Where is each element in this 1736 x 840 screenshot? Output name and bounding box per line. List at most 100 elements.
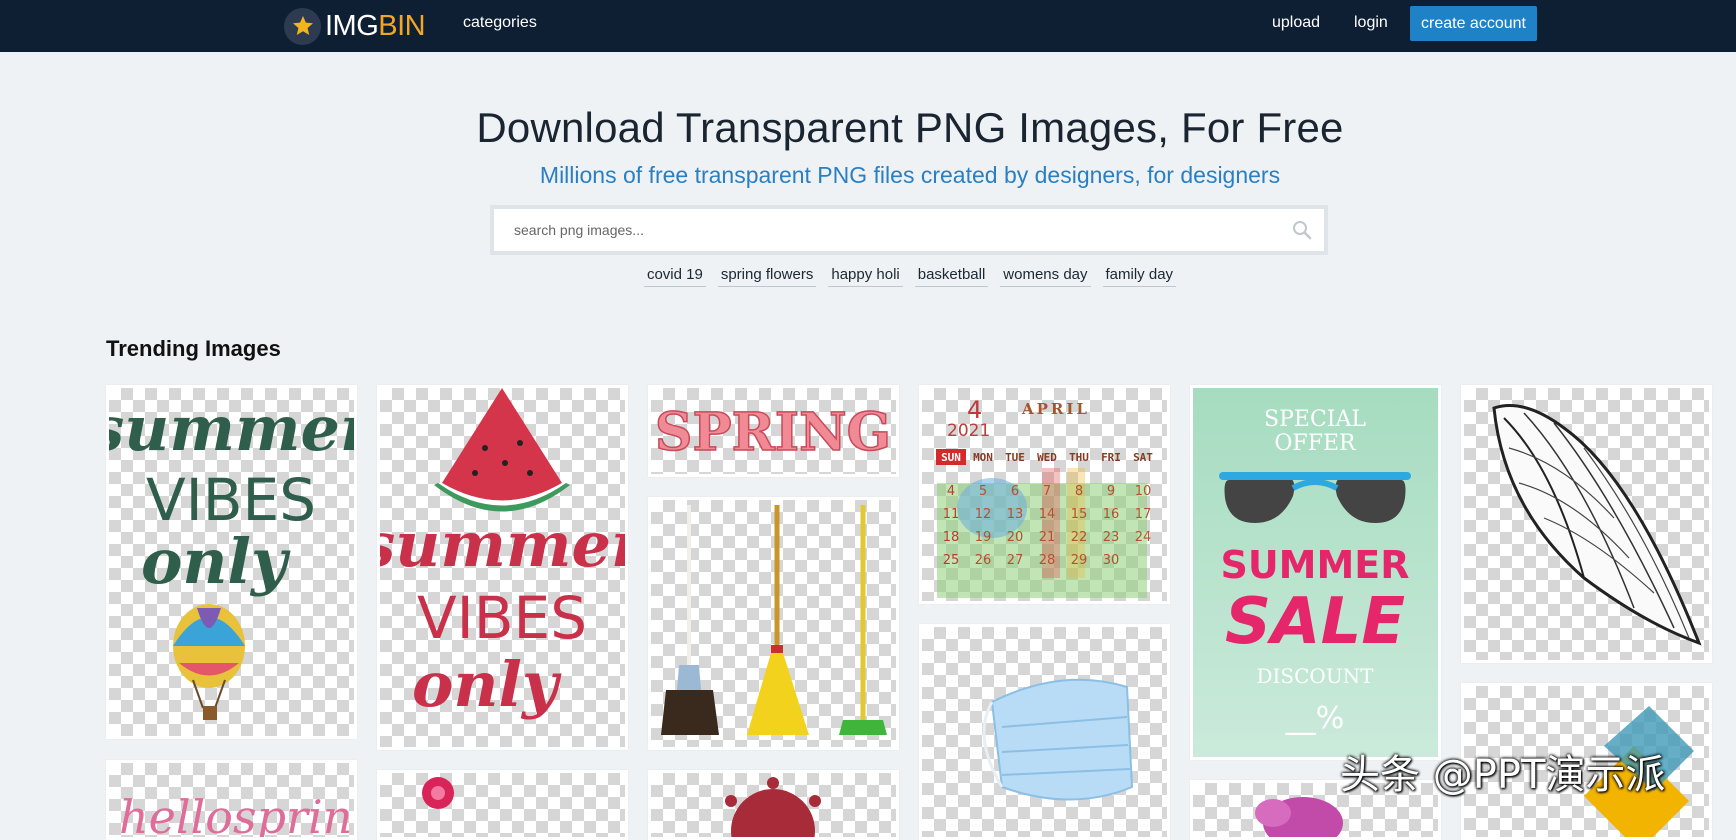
card-text: VIBES <box>417 584 587 652</box>
star-icon <box>284 7 321 45</box>
page-title: Download Transparent PNG Images, For Fre… <box>476 104 1344 151</box>
calendar-date: 7 <box>1043 484 1051 499</box>
card-text: SUMMER <box>1220 543 1409 587</box>
sunglasses-icon <box>1219 472 1411 523</box>
image-card-face-mask[interactable] <box>919 624 1170 840</box>
image-card-summer-vibes-green[interactable]: summer VIBES only <box>106 385 357 739</box>
hot-air-balloon-icon <box>173 604 245 720</box>
image-card-april-calendar[interactable]: 4 2021 APRIL SUN MON TUE WED THU FRI SAT 45678… <box>919 385 1170 604</box>
search-input[interactable] <box>514 222 1280 238</box>
calendar-date: 12 <box>975 507 992 522</box>
calendar-year: 2021 <box>947 421 990 441</box>
image-thumbnail: hellospring <box>109 763 354 837</box>
image-thumbnail <box>651 773 896 837</box>
summer-sale-graphic: SPECIAL OFFER SUMMER SALE DISCOUNT __% <box>1219 407 1411 736</box>
image-thumbnail <box>1464 388 1709 660</box>
calendar-day-label: WED <box>1037 451 1057 464</box>
image-thumbnail: 4 2021 APRIL SUN MON TUE WED THU FRI SAT 45678… <box>922 388 1167 601</box>
tag-link[interactable]: womens day <box>1000 265 1091 287</box>
calendar-date: 16 <box>1103 507 1120 522</box>
image-thumbnail <box>922 627 1167 837</box>
image-thumbnail: summer VIBES only <box>380 388 625 747</box>
calendar-day-label: SAT <box>1133 451 1153 464</box>
card-text: SPRING <box>655 402 891 463</box>
calendar-day-label: SUN <box>941 451 961 464</box>
tag-link[interactable]: family day <box>1102 265 1177 287</box>
image-card-virus[interactable] <box>648 770 899 840</box>
calendar-date: 8 <box>1075 484 1083 499</box>
calendar-date: 13 <box>1007 507 1024 522</box>
calendar-date: 15 <box>1071 507 1088 522</box>
page-subtitle: Millions of free transparent PNG files c… <box>539 162 1281 188</box>
calendar-date: 23 <box>1103 530 1120 545</box>
card-text: SALE <box>1225 585 1405 659</box>
create-account-button[interactable]: create account <box>1410 6 1537 41</box>
nav-categories-link[interactable]: categories <box>463 14 537 32</box>
calendar-day-label: MON <box>973 451 993 464</box>
card-text: summer <box>109 392 354 465</box>
calendar-date: 21 <box>1039 530 1056 545</box>
calendar-date: 28 <box>1039 553 1056 568</box>
calendar-month-number: 4 <box>967 396 982 424</box>
calendar-graphic: 4 2021 APRIL SUN MON TUE WED THU FRI SAT 45678… <box>936 396 1153 598</box>
logo-text-img: IMG <box>325 9 379 42</box>
image-thumbnail: summer VIBES only <box>109 388 354 736</box>
watermark-text: 头条 @PPT演示派 <box>1340 752 1666 798</box>
tag-link[interactable]: spring flowers <box>717 265 817 287</box>
nav-login-link[interactable]: login <box>1354 14 1388 32</box>
calendar-date: 6 <box>1011 484 1019 499</box>
image-thumbnail: SPECIAL OFFER SUMMER SALE DISCOUNT __% <box>1193 388 1438 757</box>
calendar-day-label: THU <box>1069 451 1089 464</box>
site-logo[interactable]: IMG BIN <box>284 6 426 46</box>
calendar-date: 11 <box>943 507 960 522</box>
calendar-date: 26 <box>975 553 992 568</box>
image-thumbnail <box>380 773 625 837</box>
calendar-date: 9 <box>1107 484 1115 499</box>
image-thumbnail <box>651 500 896 747</box>
calendar-date: 14 <box>1039 507 1056 522</box>
face-mask-graphic <box>982 678 1134 801</box>
calendar-month: APRIL <box>1021 400 1090 418</box>
section-title: Trending Images <box>106 336 281 361</box>
calendar-date: 25 <box>943 553 960 568</box>
brooms-graphic <box>661 505 887 735</box>
watermelon-icon <box>434 388 570 512</box>
image-card-hello-spring[interactable]: hellospring <box>106 760 357 840</box>
calendar-date: 19 <box>975 530 992 545</box>
tag-link[interactable]: covid 19 <box>643 265 706 287</box>
image-card-summer-vibes-red[interactable]: summer VIBES only <box>377 385 628 750</box>
calendar-date: 30 <box>1103 553 1120 568</box>
card-text: only <box>141 525 291 598</box>
search-box <box>494 209 1324 251</box>
tag-link[interactable]: basketball <box>914 265 989 287</box>
image-card-flowers[interactable] <box>377 770 628 840</box>
tag-link[interactable]: happy holi <box>828 265 903 287</box>
calendar-date: 27 <box>1007 553 1024 568</box>
calendar-day-label: FRI <box>1101 451 1121 464</box>
calendar-date: 29 <box>1071 553 1088 568</box>
top-navbar: IMG BIN categories upload login create ac… <box>0 0 1736 52</box>
image-card-seashell[interactable] <box>1461 385 1712 663</box>
seashell-graphic <box>1492 404 1702 646</box>
logo-text-bin: BIN <box>378 9 426 42</box>
popular-tags: covid 19 spring flowers happy holi baske… <box>0 265 1736 287</box>
calendar-date: 22 <box>1071 530 1088 545</box>
calendar-date: 10 <box>1135 484 1152 499</box>
search-bar <box>490 205 1328 255</box>
card-text: hellospring <box>119 790 354 837</box>
calendar-day-label: TUE <box>1005 451 1025 464</box>
image-card-brooms[interactable] <box>648 497 899 750</box>
card-text: summer <box>380 508 625 581</box>
card-text: only <box>412 648 562 721</box>
image-card-summer-sale[interactable]: SPECIAL OFFER SUMMER SALE DISCOUNT __% <box>1190 385 1441 760</box>
card-text: DISCOUNT <box>1256 664 1374 688</box>
nav-upload-link[interactable]: upload <box>1272 14 1320 32</box>
card-text: __% <box>1285 701 1345 736</box>
card-text: SPECIAL <box>1264 407 1366 432</box>
image-thumbnail: SPRING <box>651 388 896 474</box>
summer-vibes-graphic: summer VIBES only <box>109 392 354 720</box>
calendar-date: 24 <box>1135 530 1152 545</box>
search-icon[interactable] <box>1280 209 1324 251</box>
image-card-spring[interactable]: SPRING <box>648 385 899 477</box>
calendar-date: 17 <box>1135 507 1152 522</box>
